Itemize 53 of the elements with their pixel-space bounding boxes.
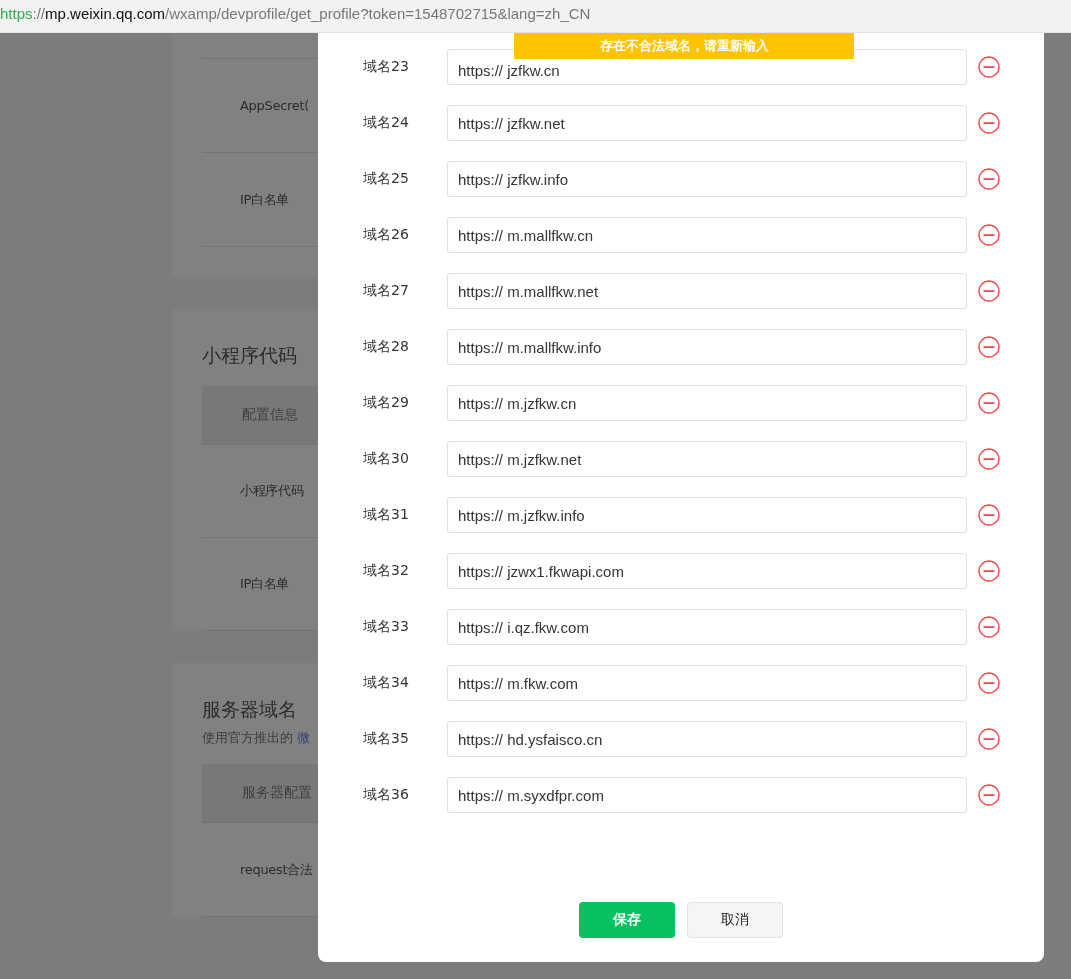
remove-icon[interactable] bbox=[978, 336, 1000, 358]
domain-input[interactable]: https:// m.mallfkw.info bbox=[447, 329, 967, 365]
remove-icon[interactable] bbox=[978, 56, 1000, 78]
remove-icon[interactable] bbox=[978, 616, 1000, 638]
domain-input[interactable]: https:// m.jzfkw.info bbox=[447, 497, 967, 533]
remove-icon[interactable] bbox=[978, 112, 1000, 134]
remove-icon[interactable] bbox=[978, 728, 1000, 750]
domain-input[interactable]: https:// jzfkw.info bbox=[447, 161, 967, 197]
domain-input[interactable]: https:// jzfkw.net bbox=[447, 105, 967, 141]
domain-label: 域名33 bbox=[363, 618, 410, 636]
table-header-cell: 服务器配置 bbox=[202, 764, 318, 822]
setting-label: request合法 bbox=[240, 860, 313, 879]
domain-label: 域名23 bbox=[363, 58, 410, 76]
card-title: 小程序代码 bbox=[202, 343, 298, 368]
domain-input[interactable]: https:// m.mallfkw.net bbox=[447, 273, 967, 309]
setting-label: IP白名单 bbox=[240, 575, 290, 593]
remove-icon[interactable] bbox=[978, 392, 1000, 414]
setting-label: AppSecret( bbox=[240, 98, 310, 113]
domain-input[interactable]: https:// m.syxdfpr.com bbox=[447, 777, 967, 813]
domain-label: 域名24 bbox=[363, 114, 410, 132]
domain-label: 域名28 bbox=[363, 338, 410, 356]
domain-input[interactable]: https:// m.fkw.com bbox=[447, 665, 967, 701]
domain-label: 域名26 bbox=[363, 226, 410, 244]
domain-input[interactable]: https:// i.qz.fkw.com bbox=[447, 609, 967, 645]
remove-icon[interactable] bbox=[978, 280, 1000, 302]
remove-icon[interactable] bbox=[978, 448, 1000, 470]
card-title: 服务器域名 bbox=[202, 697, 298, 722]
cancel-button[interactable]: 取消 bbox=[687, 902, 783, 938]
setting-label: IP白名单 bbox=[240, 190, 290, 209]
domain-input[interactable]: https:// m.jzfkw.net bbox=[447, 441, 967, 477]
domain-input[interactable]: https:// hd.ysfaisco.cn bbox=[447, 721, 967, 757]
domain-input[interactable]: https:// m.mallfkw.cn bbox=[447, 217, 967, 253]
domain-label: 域名27 bbox=[363, 282, 410, 300]
domain-label: 域名31 bbox=[363, 506, 410, 524]
domain-label: 域名34 bbox=[363, 674, 410, 692]
domain-label: 域名29 bbox=[363, 394, 410, 412]
remove-icon[interactable] bbox=[978, 168, 1000, 190]
remove-icon[interactable] bbox=[978, 672, 1000, 694]
domain-label: 域名35 bbox=[363, 730, 410, 748]
remove-icon[interactable] bbox=[978, 560, 1000, 582]
error-toast: 存在不合法域名，请重新输入 bbox=[514, 33, 854, 59]
card-description: 使用官方推出的 bbox=[202, 730, 293, 745]
domain-input[interactable]: https:// jzwx1.fkwapi.com bbox=[447, 553, 967, 589]
remove-icon[interactable] bbox=[978, 784, 1000, 806]
setting-label: 小程序代码 bbox=[240, 482, 304, 500]
domain-label: 域名25 bbox=[363, 170, 410, 188]
domain-label: 域名32 bbox=[363, 562, 410, 580]
domain-label: 域名36 bbox=[363, 786, 410, 804]
remove-icon[interactable] bbox=[978, 504, 1000, 526]
domain-label: 域名30 bbox=[363, 450, 410, 468]
remove-icon[interactable] bbox=[978, 224, 1000, 246]
domain-input[interactable]: https:// m.jzfkw.cn bbox=[447, 385, 967, 421]
table-header-cell: 配置信息 bbox=[202, 386, 318, 444]
